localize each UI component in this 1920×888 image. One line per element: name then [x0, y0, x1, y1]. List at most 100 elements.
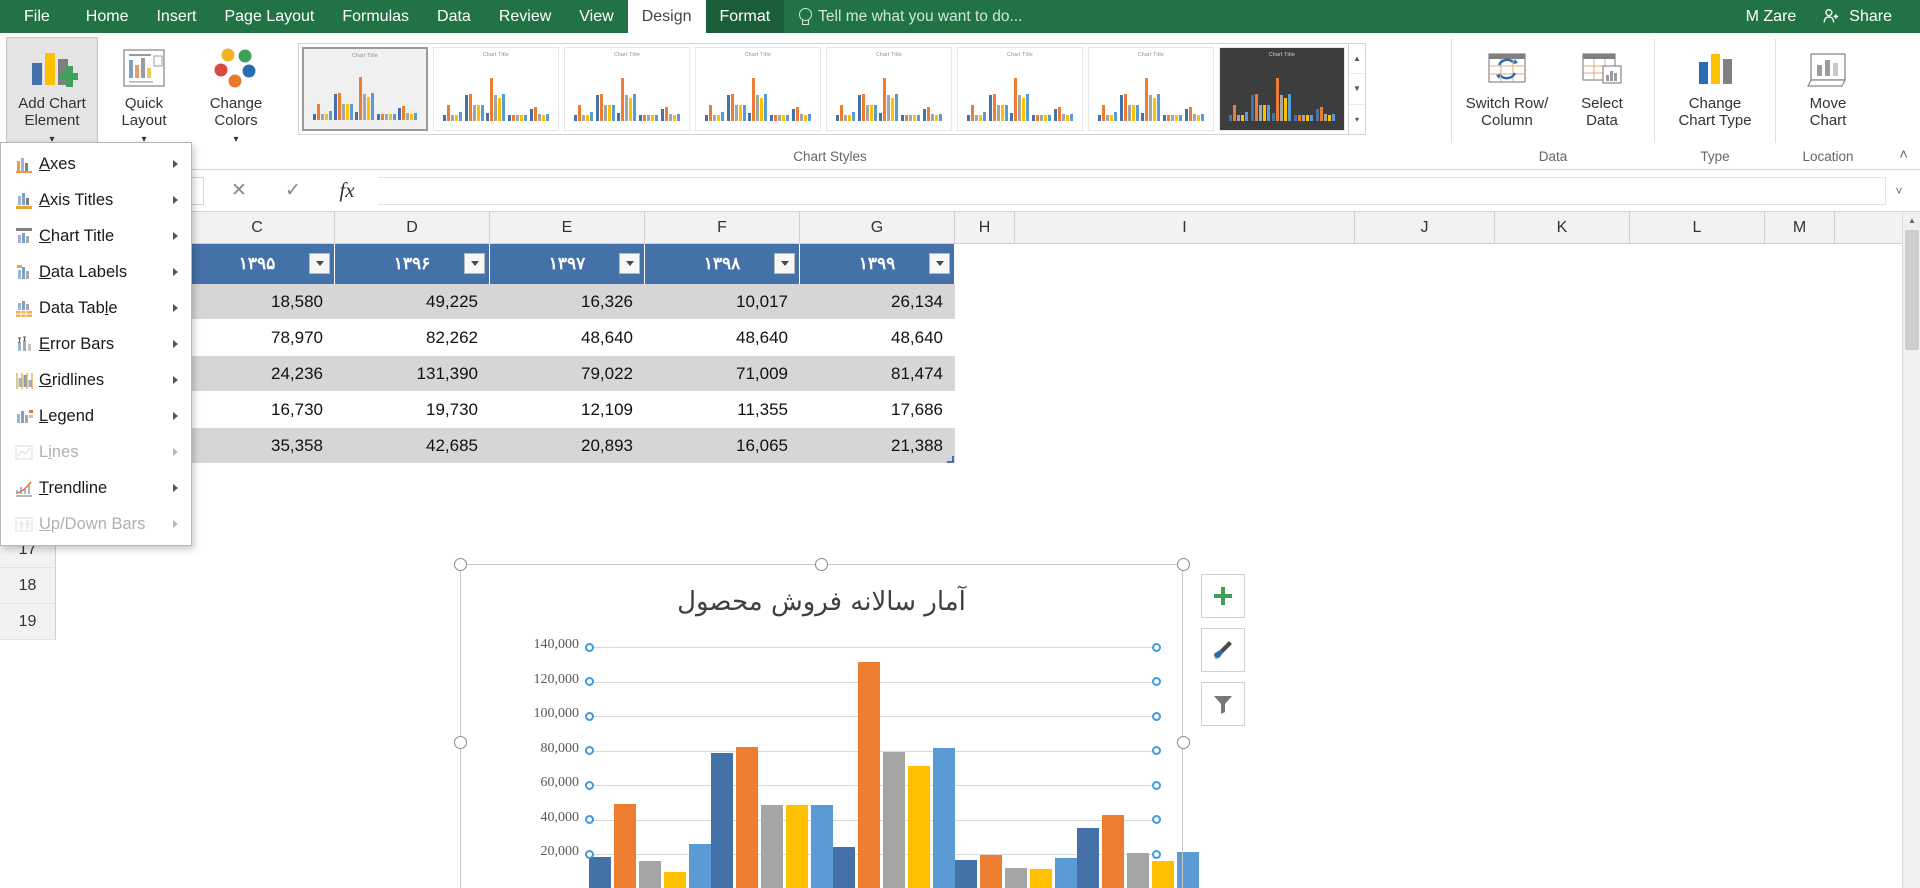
chart-resize-handle[interactable]	[454, 558, 467, 571]
table-header-cell[interactable]: ۱۳۹۵	[180, 244, 335, 284]
column-header[interactable]: E	[490, 212, 645, 243]
menu-item-axes[interactable]: Axes	[1, 146, 191, 182]
tab-formulas[interactable]: Formulas	[328, 0, 423, 33]
table-cell-value[interactable]: 16,326	[490, 284, 645, 320]
column-header[interactable]: C	[180, 212, 335, 243]
column-header[interactable]: F	[645, 212, 800, 243]
move-chart-button[interactable]: Move Chart	[1782, 37, 1874, 133]
column-header[interactable]: M	[1765, 212, 1835, 243]
collapse-ribbon-button[interactable]: ˄	[1899, 146, 1908, 163]
gallery-scroll-down[interactable]: ▼	[1349, 74, 1365, 104]
formula-input[interactable]	[378, 177, 1886, 205]
table-cell-value[interactable]: 35,358	[180, 428, 335, 464]
switch-row-column-button[interactable]: Switch Row/ Column	[1458, 37, 1556, 133]
chart-style-thumb[interactable]: Chart Title	[302, 47, 428, 131]
column-header[interactable]: J	[1355, 212, 1495, 243]
chart-style-thumb[interactable]: Chart Title	[826, 47, 952, 131]
column-header[interactable]: G	[800, 212, 955, 243]
gridline-selection-dot[interactable]	[1152, 850, 1161, 859]
enter-formula-button[interactable]: ✓	[266, 177, 320, 205]
column-header[interactable]: K	[1495, 212, 1630, 243]
column-header[interactable]: H	[955, 212, 1015, 243]
filter-dropdown-button[interactable]	[619, 253, 640, 274]
chart-style-thumb[interactable]: Chart Title	[1219, 47, 1345, 131]
gridline-selection-dot[interactable]	[1152, 643, 1161, 652]
table-cell-value[interactable]: 17,686	[800, 392, 955, 428]
chart-styles-button[interactable]	[1201, 628, 1245, 672]
chart-styles-gallery[interactable]: Chart TitleChart TitleChart TitleChart T…	[298, 43, 1349, 135]
scrollbar-thumb[interactable]	[1905, 230, 1919, 350]
vertical-scrollbar[interactable]: ▲	[1902, 212, 1920, 888]
change-chart-type-button[interactable]: Change Chart Type	[1661, 37, 1769, 133]
tell-me-search[interactable]: Tell me what you want to do...	[784, 0, 1036, 33]
change-colors-button[interactable]: Change Colors ▾	[190, 37, 282, 149]
menu-item-trendline[interactable]: Trendline	[1, 470, 191, 506]
table-header-cell[interactable]: ۱۳۹۶	[335, 244, 490, 284]
row-header[interactable]: 18	[0, 568, 56, 604]
table-cell-value[interactable]: 79,022	[490, 356, 645, 392]
gridline-selection-dot[interactable]	[585, 781, 594, 790]
table-cell-value[interactable]: 48,640	[490, 320, 645, 356]
chart-resize-handle[interactable]	[1177, 736, 1190, 749]
menu-item-axis-titles[interactable]: Axis Titles	[1, 182, 191, 218]
chart-resize-handle[interactable]	[454, 736, 467, 749]
menu-item-data-labels[interactable]: Data Labels	[1, 254, 191, 290]
column-header[interactable]: L	[1630, 212, 1765, 243]
tab-home[interactable]: Home	[72, 0, 143, 33]
table-cell-value[interactable]: 16,065	[645, 428, 800, 464]
menu-item-gridlines[interactable]: Gridlines	[1, 362, 191, 398]
select-data-button[interactable]: Select Data	[1556, 37, 1648, 133]
menu-item-data-table[interactable]: Data Table	[1, 290, 191, 326]
expand-formula-bar-button[interactable]: ˅	[1886, 184, 1912, 198]
tab-insert[interactable]: Insert	[142, 0, 210, 33]
table-cell-value[interactable]: 48,640	[645, 320, 800, 356]
tab-review[interactable]: Review	[485, 0, 565, 33]
gridline-selection-dot[interactable]	[1152, 677, 1161, 686]
gridline-selection-dot[interactable]	[585, 643, 594, 652]
table-header-cell[interactable]: ۱۳۹۷	[490, 244, 645, 284]
chart-style-thumb[interactable]: Chart Title	[957, 47, 1083, 131]
menu-item-chart-title[interactable]: Chart Title	[1, 218, 191, 254]
menu-item-error-bars[interactable]: Error Bars	[1, 326, 191, 362]
chart-style-thumb[interactable]: Chart Title	[1088, 47, 1214, 131]
tab-data[interactable]: Data	[423, 0, 485, 33]
filter-dropdown-button[interactable]	[309, 253, 330, 274]
tab-format[interactable]: Format	[706, 0, 785, 33]
chart-filters-button[interactable]	[1201, 682, 1245, 726]
chart-resize-handle[interactable]	[815, 558, 828, 571]
gridline-selection-dot[interactable]	[585, 712, 594, 721]
chart-style-thumb[interactable]: Chart Title	[564, 47, 690, 131]
add-chart-element-button[interactable]: Add Chart Element ▾	[6, 37, 98, 149]
table-header-cell[interactable]: ۱۳۹۸	[645, 244, 800, 284]
table-cell-value[interactable]: 21,388	[800, 428, 955, 464]
column-header[interactable]: I	[1015, 212, 1355, 243]
table-cell-value[interactable]: 131,390	[335, 356, 490, 392]
filter-dropdown-button[interactable]	[774, 253, 795, 274]
table-cell-value[interactable]: 16,730	[180, 392, 335, 428]
user-name[interactable]: M Zare	[1730, 8, 1813, 26]
row-header[interactable]: 19	[0, 604, 56, 640]
gallery-scroll[interactable]: ▲ ▼ ▾	[1349, 43, 1366, 135]
table-cell-value[interactable]: 24,236	[180, 356, 335, 392]
table-cell-value[interactable]: 12,109	[490, 392, 645, 428]
column-header[interactable]: D	[335, 212, 490, 243]
add-chart-element-menu[interactable]: AxesAxis TitlesChart TitleData LabelsDat…	[0, 142, 192, 546]
gridline-selection-dot[interactable]	[585, 677, 594, 686]
tab-page-layout[interactable]: Page Layout	[210, 0, 328, 33]
gridline-selection-dot[interactable]	[1152, 712, 1161, 721]
table-cell-value[interactable]: 19,730	[335, 392, 490, 428]
scroll-up-button[interactable]: ▲	[1903, 212, 1920, 229]
table-cell-value[interactable]: 10,017	[645, 284, 800, 320]
gallery-more[interactable]: ▾	[1349, 105, 1365, 134]
share-button[interactable]: Share	[1812, 7, 1902, 26]
gridline-selection-dot[interactable]	[1152, 781, 1161, 790]
cancel-formula-button[interactable]: ✕	[212, 177, 266, 205]
table-header-cell[interactable]: ۱۳۹۹	[800, 244, 955, 284]
table-cell-value[interactable]: 71,009	[645, 356, 800, 392]
gallery-scroll-up[interactable]: ▲	[1349, 44, 1365, 74]
table-cell-value[interactable]: 81,474	[800, 356, 955, 392]
quick-layout-button[interactable]: Quick Layout ▾	[98, 37, 190, 149]
table-cell-value[interactable]: 20,893	[490, 428, 645, 464]
gridline-selection-dot[interactable]	[585, 850, 594, 859]
chart-resize-handle[interactable]	[1177, 558, 1190, 571]
